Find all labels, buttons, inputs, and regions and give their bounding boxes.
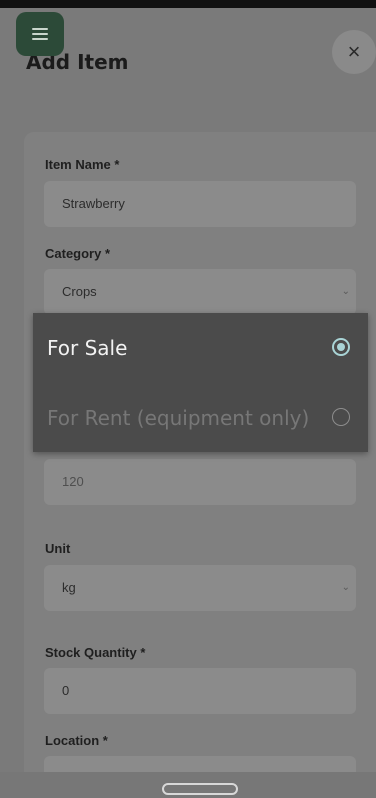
category-select[interactable]: Crops ⌄ xyxy=(44,269,356,315)
price-value: 120 xyxy=(62,474,84,489)
item-name-value: Strawberry xyxy=(62,196,125,211)
location-field[interactable] xyxy=(44,756,356,772)
listing-type-dialog: For Sale For Rent (equipment only) xyxy=(33,313,368,452)
stock-quantity-value: 0 xyxy=(62,683,70,698)
option-for-sale[interactable]: For Sale xyxy=(33,313,368,383)
unit-value: kg xyxy=(62,580,76,595)
option-for-sale-label: For Sale xyxy=(47,336,128,360)
unit-label: Unit xyxy=(45,541,71,556)
category-label: Category * xyxy=(45,246,111,261)
chevron-down-icon: ⌄ xyxy=(341,582,350,593)
item-name-label: Item Name * xyxy=(45,157,120,172)
close-button[interactable]: × xyxy=(332,30,376,74)
status-bar xyxy=(0,0,376,8)
radio-selected-icon[interactable] xyxy=(332,338,350,356)
menu-icon xyxy=(32,28,48,40)
option-for-rent[interactable]: For Rent (equipment only) xyxy=(33,383,368,453)
home-indicator[interactable] xyxy=(162,783,238,795)
category-value: Crops xyxy=(62,284,97,299)
unit-select[interactable]: kg ⌄ xyxy=(44,565,356,611)
close-icon: × xyxy=(347,39,361,64)
price-field[interactable]: 120 xyxy=(44,459,356,505)
option-for-rent-label: For Rent (equipment only) xyxy=(47,406,310,430)
item-name-field[interactable]: Strawberry xyxy=(44,181,356,227)
stock-quantity-label: Stock Quantity * xyxy=(45,645,146,660)
stock-quantity-field[interactable]: 0 xyxy=(44,668,356,714)
menu-button[interactable] xyxy=(16,12,64,56)
chevron-down-icon: ⌄ xyxy=(341,286,350,297)
location-label: Location * xyxy=(45,733,108,748)
radio-unselected-icon[interactable] xyxy=(332,408,350,426)
